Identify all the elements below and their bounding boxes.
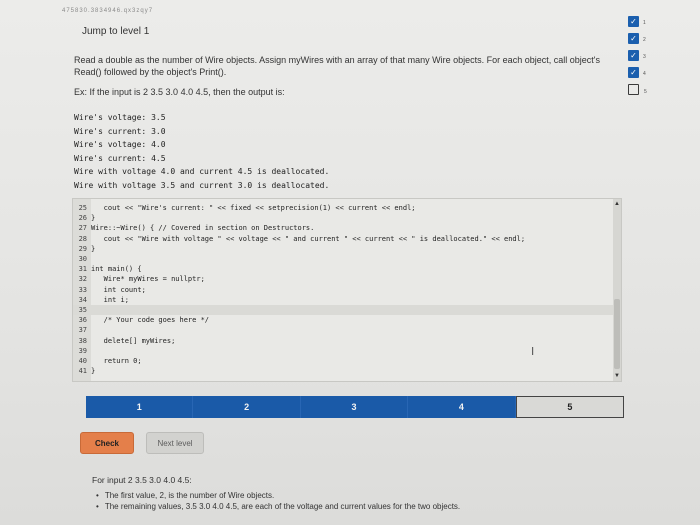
- code-line[interactable]: 36 /* Your code goes here */: [73, 315, 209, 325]
- code-line[interactable]: 27 Wire::~Wire() { // Covered in section …: [73, 223, 315, 233]
- code-line[interactable]: 28 cout << "Wire with voltage " << volta…: [73, 234, 526, 244]
- output-line: Wire's voltage: 3.5: [74, 113, 166, 122]
- line-number: 26: [78, 214, 87, 223]
- check-button[interactable]: Check: [80, 432, 134, 454]
- code-line[interactable]: 31 int main() {: [73, 264, 142, 274]
- expected-output: Wire's voltage: 3.5 Wire's current: 3.0 …: [74, 111, 329, 193]
- level-1-tab[interactable]: 1: [86, 396, 194, 418]
- code-text[interactable]: }: [91, 245, 95, 253]
- line-number: 35: [78, 306, 87, 314]
- check-empty-icon: 5: [628, 84, 647, 95]
- code-line[interactable]: 38 delete[] myWires;: [73, 336, 176, 346]
- feedback-heading: For input 2 3.5 3.0 4.0 4.5:: [92, 475, 192, 485]
- check-number: 3: [643, 54, 646, 60]
- line-number: 34: [78, 295, 87, 304]
- line-number: 30: [78, 255, 87, 263]
- code-text[interactable]: int count;: [91, 286, 146, 294]
- output-line: Wire's current: 4.5: [74, 153, 166, 163]
- check-complete-icon: ✓ 2: [628, 33, 646, 44]
- output-line: Wire's voltage: 4.0: [74, 140, 166, 150]
- line-number: 37: [78, 326, 87, 335]
- line-number: 38: [78, 336, 87, 345]
- line-number: 25: [78, 204, 87, 212]
- code-line[interactable]: 32 Wire* myWires = nullptr;: [73, 274, 205, 284]
- level-2-tab[interactable]: 2: [193, 396, 301, 418]
- editor-scrollbar[interactable]: ▲ ▼: [613, 199, 621, 381]
- code-editor[interactable]: ▲ ▼ 25 cout << "Wire's current: " << fix…: [72, 198, 622, 382]
- line-number: 33: [78, 285, 87, 294]
- line-number: 28: [78, 234, 87, 243]
- code-text[interactable]: int main() {: [91, 265, 142, 273]
- code-text[interactable]: int i;: [91, 296, 129, 304]
- feedback-bullet: The first value, 2, is the number of Wir…: [96, 490, 460, 501]
- line-number: 31: [78, 265, 87, 274]
- example-text: Ex: If the input is 2 3.5 3.0 4.0 4.5, t…: [74, 87, 285, 97]
- line-number: 32: [78, 275, 87, 284]
- code-text[interactable]: }: [91, 367, 95, 375]
- code-line[interactable]: 25 cout << "Wire's current: " << fixed <…: [73, 203, 416, 213]
- task-description: Read a double as the number of Wire obje…: [74, 55, 600, 77]
- check-number: 5: [644, 89, 647, 95]
- code-line[interactable]: 26}: [73, 213, 96, 223]
- scroll-down-icon[interactable]: ▼: [614, 373, 620, 379]
- level-4-tab[interactable]: 4: [408, 396, 516, 418]
- line-number: 29: [78, 244, 87, 253]
- code-line[interactable]: 34 int i;: [73, 295, 129, 305]
- next-level-button[interactable]: Next level: [146, 432, 204, 454]
- level-3-tab[interactable]: 3: [300, 396, 409, 418]
- code-text[interactable]: /* Your code goes here */: [91, 316, 209, 324]
- scroll-up-icon[interactable]: ▲: [614, 201, 620, 207]
- code-line[interactable]: 39: [73, 346, 91, 356]
- line-number: 39: [78, 346, 87, 355]
- line-number: 36: [78, 316, 87, 325]
- feedback-bullet: The remaining values, 3.5 3.0 4.0 4.5, a…: [96, 501, 460, 512]
- check-number: 4: [643, 71, 646, 77]
- code-text[interactable]: delete[] myWires;: [91, 337, 176, 345]
- code-line[interactable]: 29}: [73, 244, 96, 254]
- code-text[interactable]: cout << "Wire with voltage " << voltage …: [91, 235, 525, 243]
- feedback-list: The first value, 2, is the number of Wir…: [96, 490, 460, 512]
- output-line: Wire with voltage 3.5 and current 3.0 is…: [74, 180, 330, 190]
- code-line[interactable]: 35: [73, 305, 613, 315]
- progress-checks: ✓ 1 ✓ 2 ✓ 3 ✓ 4 5: [628, 16, 652, 101]
- ibeam-cursor-icon: I: [531, 345, 535, 358]
- code-line[interactable]: 30: [73, 254, 91, 264]
- level-5-tab[interactable]: 5: [515, 396, 625, 418]
- output-line: Wire's current: 3.0: [74, 126, 166, 136]
- code-line[interactable]: 41}: [73, 366, 96, 376]
- check-number: 2: [643, 37, 646, 43]
- code-text[interactable]: Wire* myWires = nullptr;: [91, 275, 205, 283]
- check-complete-icon: ✓ 4: [628, 67, 646, 78]
- line-number: 27: [78, 224, 87, 233]
- page-id: 475830.3834946.qx3zqy7: [62, 8, 154, 14]
- code-line[interactable]: 37: [73, 325, 91, 335]
- jump-to-level-link[interactable]: Jump to level 1: [82, 26, 149, 37]
- scrollbar-thumb[interactable]: [614, 299, 620, 369]
- output-line: Wire with voltage 4.0 and current 4.5 is…: [74, 167, 330, 177]
- line-number: 41: [78, 367, 87, 376]
- check-number: 1: [643, 20, 646, 26]
- code-text[interactable]: cout << "Wire's current: " << fixed << s…: [91, 204, 416, 212]
- code-line[interactable]: 33 int count;: [73, 285, 146, 295]
- line-number: 40: [78, 357, 87, 365]
- page: 475830.3834946.qx3zqy7 Jump to level 1 R…: [0, 0, 700, 525]
- code-text[interactable]: Wire::~Wire() { // Covered in section on…: [91, 224, 314, 232]
- code-line[interactable]: 40 return 0;: [73, 356, 142, 366]
- code-text[interactable]: return 0;: [91, 357, 142, 365]
- level-bar: 1 2 3 4 5: [86, 396, 625, 418]
- check-complete-icon: ✓ 1: [628, 16, 646, 27]
- check-complete-icon: ✓ 3: [628, 50, 646, 61]
- code-text[interactable]: }: [91, 214, 95, 222]
